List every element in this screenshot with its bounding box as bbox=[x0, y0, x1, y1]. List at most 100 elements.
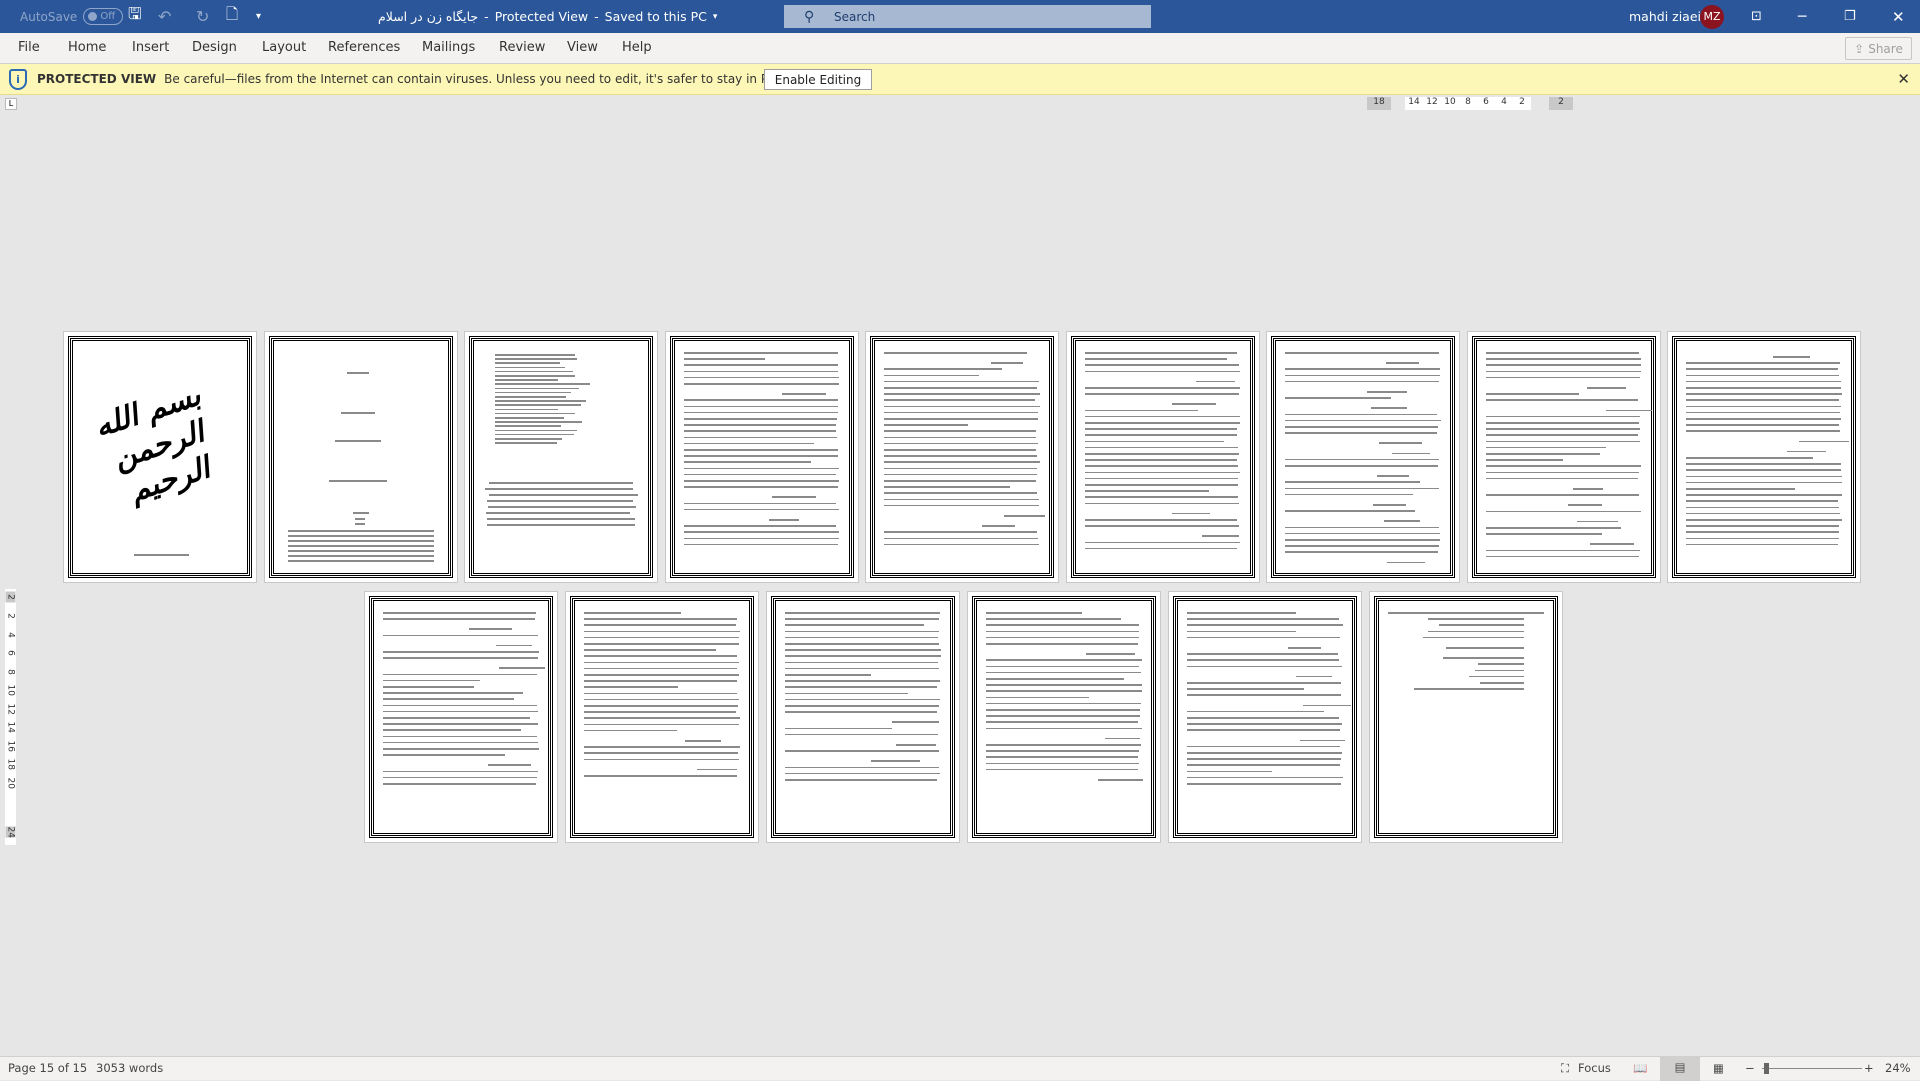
zoom-level[interactable]: 24% bbox=[1885, 1061, 1911, 1075]
text-line bbox=[1084, 358, 1228, 360]
text-line bbox=[986, 744, 1141, 746]
page-border bbox=[1070, 336, 1255, 578]
horizontal-ruler[interactable]: 18 14 12 10 8 6 4 2 2 bbox=[1367, 97, 1573, 110]
zoom-slider[interactable] bbox=[1762, 1068, 1862, 1069]
autosave-toggle[interactable]: AutoSave Off bbox=[20, 0, 124, 33]
page-thumbnail[interactable] bbox=[1266, 331, 1460, 583]
save-icon[interactable]: 🖫 bbox=[128, 0, 142, 33]
text-line bbox=[1485, 477, 1639, 480]
text-line bbox=[496, 644, 532, 647]
text-line bbox=[1686, 469, 1841, 471]
zoom-out-icon[interactable]: − bbox=[1745, 1061, 1755, 1075]
ruler-mark: 12 bbox=[1423, 97, 1441, 110]
undo-icon[interactable]: ↶ bbox=[158, 0, 171, 33]
text-line bbox=[287, 535, 434, 537]
close-icon[interactable]: ✕ bbox=[1892, 0, 1905, 33]
page-thumbnail[interactable] bbox=[1667, 331, 1861, 583]
zoom-slider-thumb[interactable] bbox=[1763, 1063, 1769, 1074]
share-button[interactable]: ⇪ Share bbox=[1845, 37, 1912, 60]
page-thumbnail[interactable] bbox=[1065, 331, 1260, 583]
page-thumbnail[interactable] bbox=[364, 591, 558, 843]
chevron-down-icon[interactable]: ▾ bbox=[713, 12, 718, 22]
page-thumbnail[interactable] bbox=[967, 591, 1161, 843]
text-line bbox=[495, 358, 578, 360]
tab-references[interactable]: References bbox=[328, 40, 400, 55]
text-line bbox=[785, 705, 939, 707]
tab-view[interactable]: View bbox=[567, 40, 598, 55]
ruler-mark: 16 bbox=[5, 740, 16, 752]
text-line bbox=[1446, 647, 1524, 649]
read-mode-icon[interactable]: 📖 bbox=[1633, 1061, 1647, 1075]
enable-editing-button[interactable]: Enable Editing bbox=[764, 69, 872, 90]
print-layout-icon[interactable]: ▤ bbox=[1660, 1057, 1700, 1081]
tab-review[interactable]: Review bbox=[499, 40, 545, 55]
ruler-mark: 8 bbox=[1459, 97, 1477, 110]
page-thumbnail[interactable] bbox=[664, 331, 859, 583]
page-thumbnail[interactable] bbox=[263, 331, 458, 583]
vertical-ruler[interactable]: 2 2 4 6 8 10 12 14 16 18 20 24 bbox=[5, 589, 16, 845]
text-line bbox=[986, 624, 1139, 626]
text-line bbox=[785, 692, 908, 695]
avatar[interactable]: MZ bbox=[1700, 4, 1724, 29]
page-thumbnail[interactable] bbox=[1168, 591, 1362, 843]
text-line bbox=[287, 530, 434, 532]
autosave-switch[interactable]: Off bbox=[83, 8, 124, 25]
zoom-in-icon[interactable]: + bbox=[1864, 1061, 1874, 1075]
web-layout-icon[interactable]: ▦ bbox=[1713, 1061, 1724, 1075]
text-line bbox=[1485, 358, 1642, 360]
page-thumbnail[interactable]: بسم الله الرحمن الرحیم bbox=[63, 331, 257, 583]
text-line bbox=[1372, 504, 1406, 506]
tab-mailings[interactable]: Mailings bbox=[422, 40, 475, 55]
tab-help[interactable]: Help bbox=[622, 40, 652, 55]
text-line bbox=[683, 473, 836, 476]
ruler-mark: 2 bbox=[5, 591, 16, 603]
text-line bbox=[1285, 493, 1413, 496]
text-line bbox=[1686, 463, 1842, 465]
page-thumbnail[interactable] bbox=[766, 591, 960, 843]
text-line bbox=[785, 612, 940, 614]
new-document-icon[interactable]: 🗋 bbox=[226, 0, 238, 33]
page-indicator[interactable]: Page 15 of 15 bbox=[8, 1061, 87, 1075]
tab-insert[interactable]: Insert bbox=[132, 40, 169, 55]
text-line bbox=[1285, 481, 1421, 483]
page-thumbnail[interactable] bbox=[565, 591, 759, 843]
ruler-mark: 20 bbox=[5, 777, 16, 789]
text-line bbox=[986, 709, 1140, 711]
word-count[interactable]: 3053 words bbox=[96, 1061, 163, 1075]
tab-home[interactable]: Home bbox=[68, 40, 106, 55]
redo-icon[interactable]: ↻ bbox=[196, 0, 209, 33]
focus-icon[interactable]: ⛶ bbox=[1561, 1061, 1569, 1076]
search-icon: ⚲ bbox=[804, 8, 815, 25]
search-box[interactable]: ⚲ Search bbox=[784, 5, 1151, 28]
text-line bbox=[1084, 525, 1239, 527]
minimize-icon[interactable]: ─ bbox=[1798, 0, 1806, 33]
save-status[interactable]: Saved to this PC bbox=[605, 9, 707, 24]
text-line bbox=[495, 425, 562, 427]
text-line bbox=[1686, 457, 1814, 459]
page-thumbnail[interactable] bbox=[865, 331, 1059, 583]
close-icon[interactable]: ✕ bbox=[1897, 70, 1910, 88]
focus-button[interactable]: Focus bbox=[1578, 1061, 1611, 1075]
text-line bbox=[986, 750, 1139, 752]
text-line bbox=[683, 399, 839, 401]
ribbon-display-options-icon[interactable]: ⊡ bbox=[1751, 0, 1762, 33]
text-line bbox=[495, 379, 559, 381]
text-line bbox=[884, 467, 1038, 470]
tab-layout[interactable]: Layout bbox=[262, 40, 306, 55]
page-thumbnail[interactable] bbox=[1466, 331, 1661, 583]
tab-file[interactable]: File bbox=[18, 40, 40, 55]
user-name[interactable]: mahdi ziaei bbox=[1629, 0, 1701, 33]
text-line bbox=[1686, 488, 1795, 490]
ribbon-tabs: File Home Insert Design Layout References Mail… bbox=[0, 33, 1920, 64]
restore-icon[interactable]: ❐ bbox=[1844, 0, 1856, 33]
text-line bbox=[1187, 723, 1343, 725]
page-border bbox=[972, 596, 1156, 838]
tab-selector[interactable]: L bbox=[5, 98, 17, 110]
customize-toolbar-icon[interactable]: ▾ bbox=[256, 0, 261, 33]
tab-design[interactable]: Design bbox=[192, 40, 237, 55]
text-line bbox=[785, 630, 940, 633]
text-line bbox=[1187, 745, 1340, 748]
page-thumbnail[interactable] bbox=[1369, 591, 1563, 843]
page-thumbnail[interactable] bbox=[464, 331, 658, 583]
text-line bbox=[1686, 475, 1842, 478]
